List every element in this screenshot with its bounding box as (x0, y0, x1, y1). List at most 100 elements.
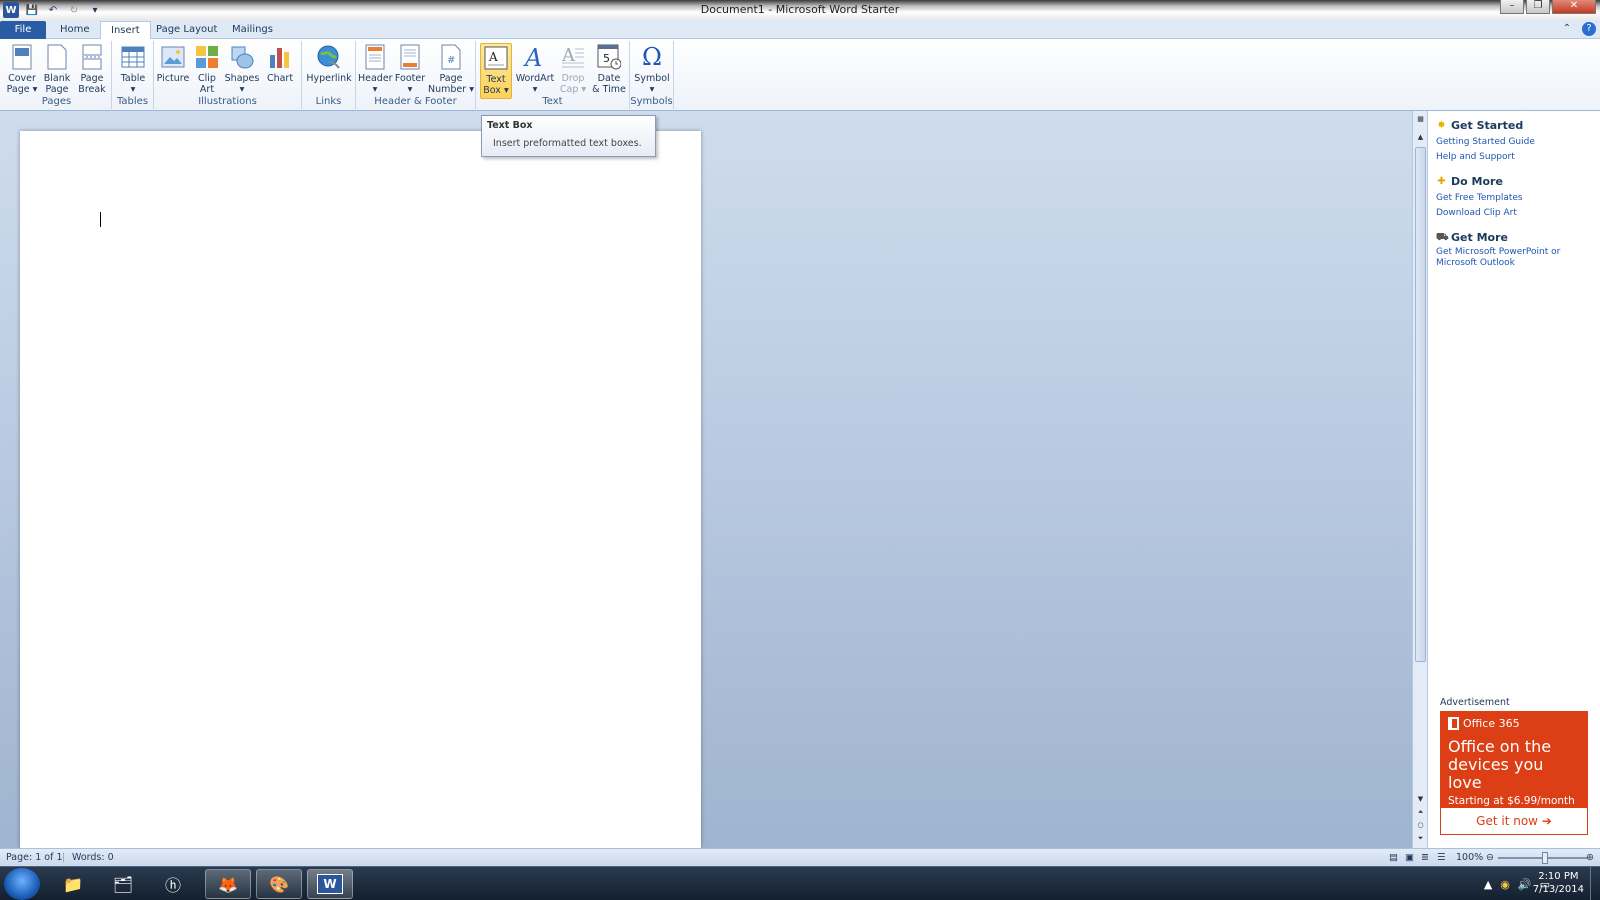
window-title: Document1 - Microsoft Word Starter (700, 3, 900, 16)
header-icon (362, 43, 388, 71)
ad-headline: Office on the devices you love (1448, 737, 1552, 792)
status-bar: Page: 1 of 1 | Words: 0 ▤ ▣ ≣ ☰ 100% ⊖ ⊕ (0, 848, 1600, 866)
ad-label: Advertisement (1440, 697, 1510, 708)
chart-icon (267, 43, 293, 71)
help-icon[interactable]: ? (1582, 22, 1596, 36)
cover-page-icon (9, 43, 35, 71)
page-number-button[interactable]: # Page Number ▾ (428, 43, 474, 95)
word-count[interactable]: Words: 0 (72, 852, 114, 863)
next-page-icon[interactable]: ⏷ (1413, 834, 1428, 843)
page-break-button[interactable]: Page Break (75, 43, 109, 95)
browse-object-icon[interactable]: ○ (1413, 821, 1428, 829)
minimize-button[interactable]: – (1500, 0, 1524, 14)
zoom-slider-knob[interactable] (1542, 852, 1548, 864)
group-header-footer: Header ▾ Footer ▾ # Page Number ▾ Header & … (356, 41, 476, 109)
shapes-icon (229, 43, 255, 71)
folder-icon[interactable]: 🗂 (100, 869, 146, 899)
page-count[interactable]: Page: 1 of 1 (6, 852, 63, 863)
vertical-scrollbar[interactable]: ▦ ▲ ▼ ⏶ ○ ⏷ (1412, 111, 1427, 848)
footer-icon (397, 43, 423, 71)
advertisement: Advertisement Office 365 Office on the d… (1440, 697, 1588, 837)
norton-icon[interactable]: ◉ (1500, 878, 1510, 891)
link-getting-started-guide[interactable]: Getting Started Guide (1436, 135, 1600, 150)
volume-icon[interactable]: 🔊 (1518, 878, 1532, 891)
tab-mailings[interactable]: Mailings (222, 21, 283, 39)
scroll-down-arrow[interactable]: ▼ (1413, 795, 1428, 803)
close-button[interactable]: ✕ (1552, 0, 1596, 14)
page-break-icon (79, 43, 105, 71)
table-button[interactable]: Table ▾ (116, 43, 150, 95)
header-button[interactable]: Header ▾ (358, 43, 393, 95)
wordart-button[interactable]: A WordArt ▾ (515, 43, 555, 95)
tab-file[interactable]: File (0, 21, 46, 39)
firefox-icon[interactable]: 🦊 (205, 869, 251, 899)
zoom-in-icon[interactable]: ⊕ (1586, 852, 1594, 863)
ribbon-insert: Cover Page ▾ Blank Page Page Break Pages Ta… (0, 39, 1600, 111)
group-symbols: Ω Symbol ▾ Symbols (630, 41, 674, 109)
text-box-tooltip: Text Box Insert preformatted text boxes. (481, 115, 656, 157)
hp-support-icon[interactable]: ⓗ (150, 869, 196, 899)
section-get-started: ✸ Get Started Getting Started Guide Help … (1436, 119, 1600, 165)
tab-home[interactable]: Home (50, 21, 100, 39)
cover-page-button[interactable]: Cover Page ▾ (5, 43, 39, 95)
plus-icon: ✚ (1437, 176, 1446, 187)
tab-page-layout[interactable]: Page Layout (146, 21, 227, 39)
tooltip-title: Text Box (487, 120, 533, 131)
link-get-free-templates[interactable]: Get Free Templates (1436, 191, 1600, 206)
text-cursor (100, 212, 101, 227)
explorer-icon[interactable]: 📁 (50, 869, 96, 899)
draft-view-icon[interactable]: ☰ (1437, 852, 1446, 863)
print-layout-view-icon[interactable]: ▤ (1389, 852, 1398, 863)
ruler-toggle-icon[interactable]: ▦ (1413, 115, 1428, 123)
text-box-icon: A (483, 44, 509, 72)
date-time-button[interactable]: 5 Date & Time (591, 43, 627, 95)
scroll-up-arrow[interactable]: ▲ (1413, 133, 1428, 141)
section-get-more: ⛟ Get More Get Microsoft PowerPoint or Mi… (1436, 231, 1600, 269)
zoom-out-icon[interactable]: ⊖ (1486, 852, 1494, 863)
restore-button[interactable]: ❐ (1526, 0, 1550, 14)
shapes-button[interactable]: Shapes ▾ (224, 43, 260, 95)
drop-cap-button[interactable]: A Drop Cap ▾ (556, 43, 590, 95)
scroll-thumb[interactable] (1415, 147, 1426, 662)
start-button[interactable] (4, 868, 40, 900)
link-get-powerpoint-outlook[interactable]: Get Microsoft PowerPoint or Microsoft Ou… (1436, 247, 1591, 269)
table-icon (120, 43, 146, 71)
show-desktop-button[interactable] (1590, 867, 1600, 900)
previous-page-icon[interactable]: ⏶ (1413, 808, 1428, 817)
full-screen-view-icon[interactable]: ▣ (1405, 852, 1414, 863)
clip-art-icon (194, 43, 220, 71)
paint-icon[interactable]: 🎨 (256, 869, 302, 899)
tab-insert[interactable]: Insert (100, 21, 151, 40)
date-time-icon: 5 (596, 43, 622, 71)
group-illustrations: Picture Clip Art Shapes ▾ Chart Illustrati… (154, 41, 302, 109)
symbol-button[interactable]: Ω Symbol ▾ (632, 43, 672, 95)
picture-button[interactable]: Picture (156, 43, 190, 85)
chart-button[interactable]: Chart (262, 43, 298, 85)
zoom-level[interactable]: 100% (1456, 852, 1483, 863)
zoom-slider[interactable] (1498, 852, 1588, 864)
hyperlink-button[interactable]: Hyperlink (305, 43, 353, 85)
footer-button[interactable]: Footer ▾ (393, 43, 427, 95)
svg-text:A: A (488, 50, 498, 64)
document-page[interactable] (20, 131, 701, 848)
ad-banner[interactable]: Office 365 Office on the devices you lov… (1440, 711, 1588, 807)
section-do-more: ✚ Do More Get Free Templates Download Cli… (1436, 175, 1600, 221)
group-links: Hyperlink Links (302, 41, 356, 109)
clock[interactable]: 2:10 PM 7/13/2014 (1533, 870, 1584, 896)
group-pages: Cover Page ▾ Blank Page Page Break Pages (2, 41, 112, 109)
minimize-ribbon-icon[interactable]: ⌃ (1560, 22, 1574, 36)
svg-text:#: # (447, 55, 455, 66)
web-layout-view-icon[interactable]: ≣ (1421, 852, 1429, 863)
word-taskbar-icon[interactable]: W (307, 869, 353, 899)
omega-icon: Ω (642, 42, 662, 71)
blank-page-button[interactable]: Blank Page (40, 43, 74, 95)
clip-art-button[interactable]: Clip Art (192, 43, 222, 95)
hyperlink-globe-icon (316, 43, 342, 71)
ad-get-it-now-button[interactable]: Get it now ➔ (1440, 807, 1588, 835)
text-box-button[interactable]: A Text Box ▾ (480, 43, 512, 99)
show-hidden-icons-icon[interactable]: ▲ (1484, 878, 1492, 891)
link-help-and-support[interactable]: Help and Support (1436, 150, 1600, 165)
group-text: A Text Box ▾ A WordArt ▾ A Drop Cap ▾ 5 Dat… (476, 41, 630, 109)
link-download-clip-art[interactable]: Download Clip Art (1436, 206, 1600, 221)
drop-cap-icon: A (560, 43, 586, 71)
